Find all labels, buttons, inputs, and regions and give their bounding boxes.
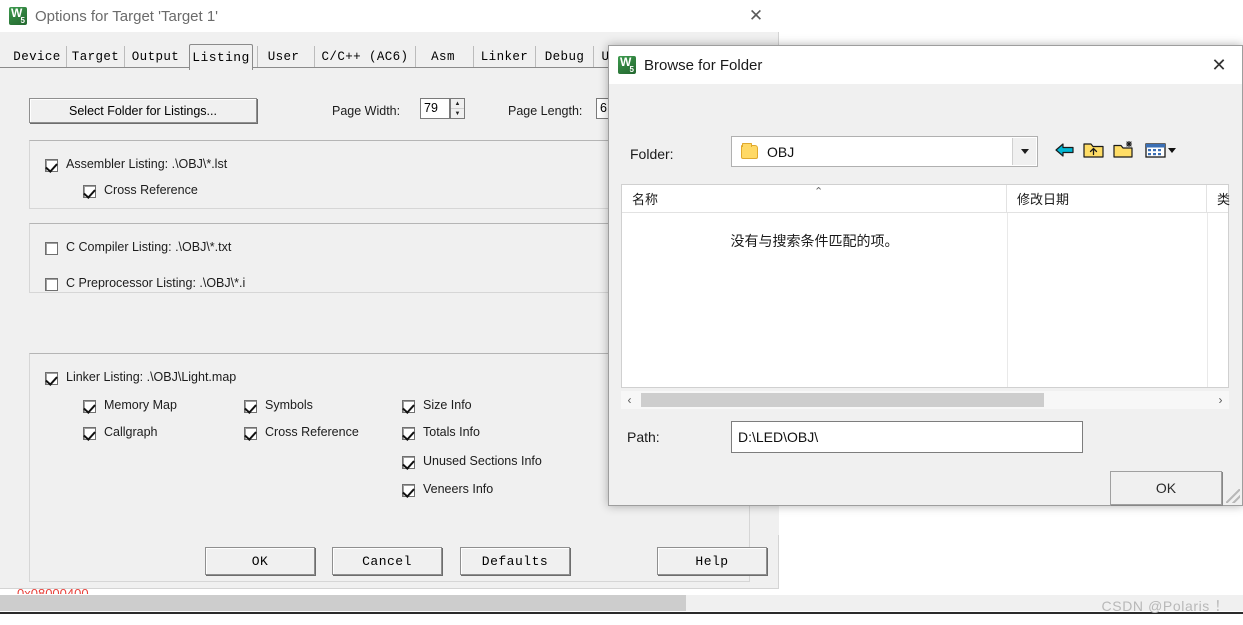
assembler-cross-reference-label: Cross Reference: [104, 183, 198, 197]
column-divider: [1007, 213, 1008, 387]
folder-icon: [741, 142, 758, 159]
memory-map-label: Memory Map: [104, 398, 177, 412]
file-list[interactable]: 名称 ⌃ 修改日期 类 没有与搜索条件匹配的项。: [621, 184, 1230, 388]
path-label: Path:: [627, 429, 660, 445]
options-dialog-title: Options for Target 'Target 1': [35, 7, 219, 25]
ok-button[interactable]: OK: [205, 547, 315, 575]
column-header-name[interactable]: 名称 ⌃: [622, 185, 1007, 212]
totals-info-label: Totals Info: [423, 425, 480, 439]
folder-combobox-value: OBJ: [767, 143, 795, 160]
page-width-input[interactable]: 79: [420, 98, 450, 119]
defaults-button[interactable]: Defaults: [460, 547, 570, 575]
unused-sections-info-label: Unused Sections Info: [423, 454, 542, 468]
assembler-listing-label: Assembler Listing: .\OBJ\*.lst: [66, 157, 228, 171]
page-width-stepper[interactable]: ▲ ▼: [450, 98, 465, 119]
size-info-label: Size Info: [423, 398, 472, 412]
c-compiler-listing-label: C Compiler Listing: .\OBJ\*.txt: [66, 240, 232, 254]
scroll-right-icon[interactable]: ›: [1212, 391, 1229, 409]
back-icon[interactable]: [1053, 139, 1077, 161]
close-icon[interactable]: ✕: [733, 0, 779, 32]
veneers-info-label: Veneers Info: [423, 482, 494, 496]
symbols-checkbox[interactable]: [244, 400, 257, 413]
browse-titlebar: Browse for Folder ✕: [609, 46, 1242, 84]
keil-uvision-icon: [9, 6, 27, 25]
file-list-horizontal-scrollbar[interactable]: ‹ ›: [621, 391, 1229, 409]
file-list-column-headers: 名称 ⌃ 修改日期 类: [622, 185, 1230, 213]
tab-asm[interactable]: Asm: [415, 46, 470, 68]
column-header-name-label: 名称: [632, 192, 659, 207]
page-width-spin-down[interactable]: ▼: [451, 109, 464, 118]
folder-label: Folder:: [630, 146, 674, 162]
page-length-label: Page Length:: [508, 104, 583, 118]
unused-sections-info-checkbox[interactable]: [402, 456, 415, 469]
new-folder-icon[interactable]: [1112, 139, 1138, 161]
folder-combobox[interactable]: OBJ: [731, 136, 1038, 167]
column-header-date-modified[interactable]: 修改日期: [1007, 185, 1207, 212]
c-compiler-listing-checkbox[interactable]: [45, 242, 58, 255]
path-input[interactable]: D:\LED\OBJ\: [731, 421, 1083, 453]
page-width-label: Page Width:: [332, 104, 401, 118]
tab-target[interactable]: Target: [66, 46, 124, 68]
cancel-button[interactable]: Cancel: [332, 547, 442, 575]
screen: Options for Target 'Target 1' ✕ Device T…: [0, 0, 1243, 625]
page-width-spin-up[interactable]: ▲: [451, 99, 464, 109]
browse-ok-button[interactable]: OK: [1110, 471, 1222, 505]
column-divider: [1207, 213, 1208, 387]
callgraph-label: Callgraph: [104, 425, 158, 439]
c-preprocessor-listing-label: C Preprocessor Listing: .\OBJ\*.i: [66, 276, 246, 290]
tab-linker[interactable]: Linker: [473, 46, 535, 68]
browse-for-folder-dialog: Browse for Folder ✕ Folder: OBJ: [608, 45, 1243, 506]
keil-uvision-icon: [618, 55, 636, 74]
tab-debug[interactable]: Debug: [535, 46, 593, 68]
veneers-info-checkbox[interactable]: [402, 484, 415, 497]
assembler-listing-checkbox[interactable]: [45, 159, 58, 172]
tab-output[interactable]: Output: [124, 46, 186, 68]
tab-listing[interactable]: Listing: [189, 44, 253, 70]
help-button[interactable]: Help: [657, 547, 767, 575]
column-header-type[interactable]: 类: [1207, 185, 1243, 212]
background-red-text: 0x08000400: [17, 586, 89, 594]
browse-dialog-title: Browse for Folder: [644, 56, 763, 74]
c-preprocessor-listing-checkbox[interactable]: [45, 278, 58, 291]
sort-ascending-icon: ⌃: [814, 186, 824, 198]
up-folder-icon[interactable]: [1082, 139, 1106, 161]
options-titlebar: Options for Target 'Target 1' ✕: [0, 0, 779, 32]
empty-list-message: 没有与搜索条件匹配的项。: [730, 233, 899, 249]
linker-listing-checkbox[interactable]: [45, 372, 58, 385]
tab-user[interactable]: User: [257, 46, 309, 68]
scroll-left-icon[interactable]: ‹: [621, 391, 638, 409]
tab-device[interactable]: Device: [8, 46, 66, 68]
callgraph-checkbox[interactable]: [83, 427, 96, 440]
assembler-cross-reference-checkbox[interactable]: [83, 185, 96, 198]
linker-listing-label: Linker Listing: .\OBJ\Light.map: [66, 370, 237, 384]
background-scrollbar-thumb[interactable]: [0, 595, 686, 611]
resize-grip[interactable]: [1226, 489, 1240, 503]
bottom-divider: [0, 612, 1243, 614]
linker-cross-reference-label: Cross Reference: [265, 425, 359, 439]
totals-info-checkbox[interactable]: [402, 427, 415, 440]
tab-c-cpp[interactable]: C/C++ (AC6): [314, 46, 415, 68]
select-folder-for-listings-button[interactable]: Select Folder for Listings...: [29, 98, 257, 123]
views-icon[interactable]: [1144, 139, 1178, 161]
scrollbar-thumb[interactable]: [641, 393, 1044, 407]
memory-map-checkbox[interactable]: [83, 400, 96, 413]
symbols-label: Symbols: [265, 398, 313, 412]
csdn-watermark: CSDN @Polaris ！: [1101, 598, 1229, 614]
size-info-checkbox[interactable]: [402, 400, 415, 413]
chevron-down-icon[interactable]: [1012, 138, 1036, 165]
close-icon[interactable]: ✕: [1196, 46, 1242, 84]
linker-cross-reference-checkbox[interactable]: [244, 427, 257, 440]
